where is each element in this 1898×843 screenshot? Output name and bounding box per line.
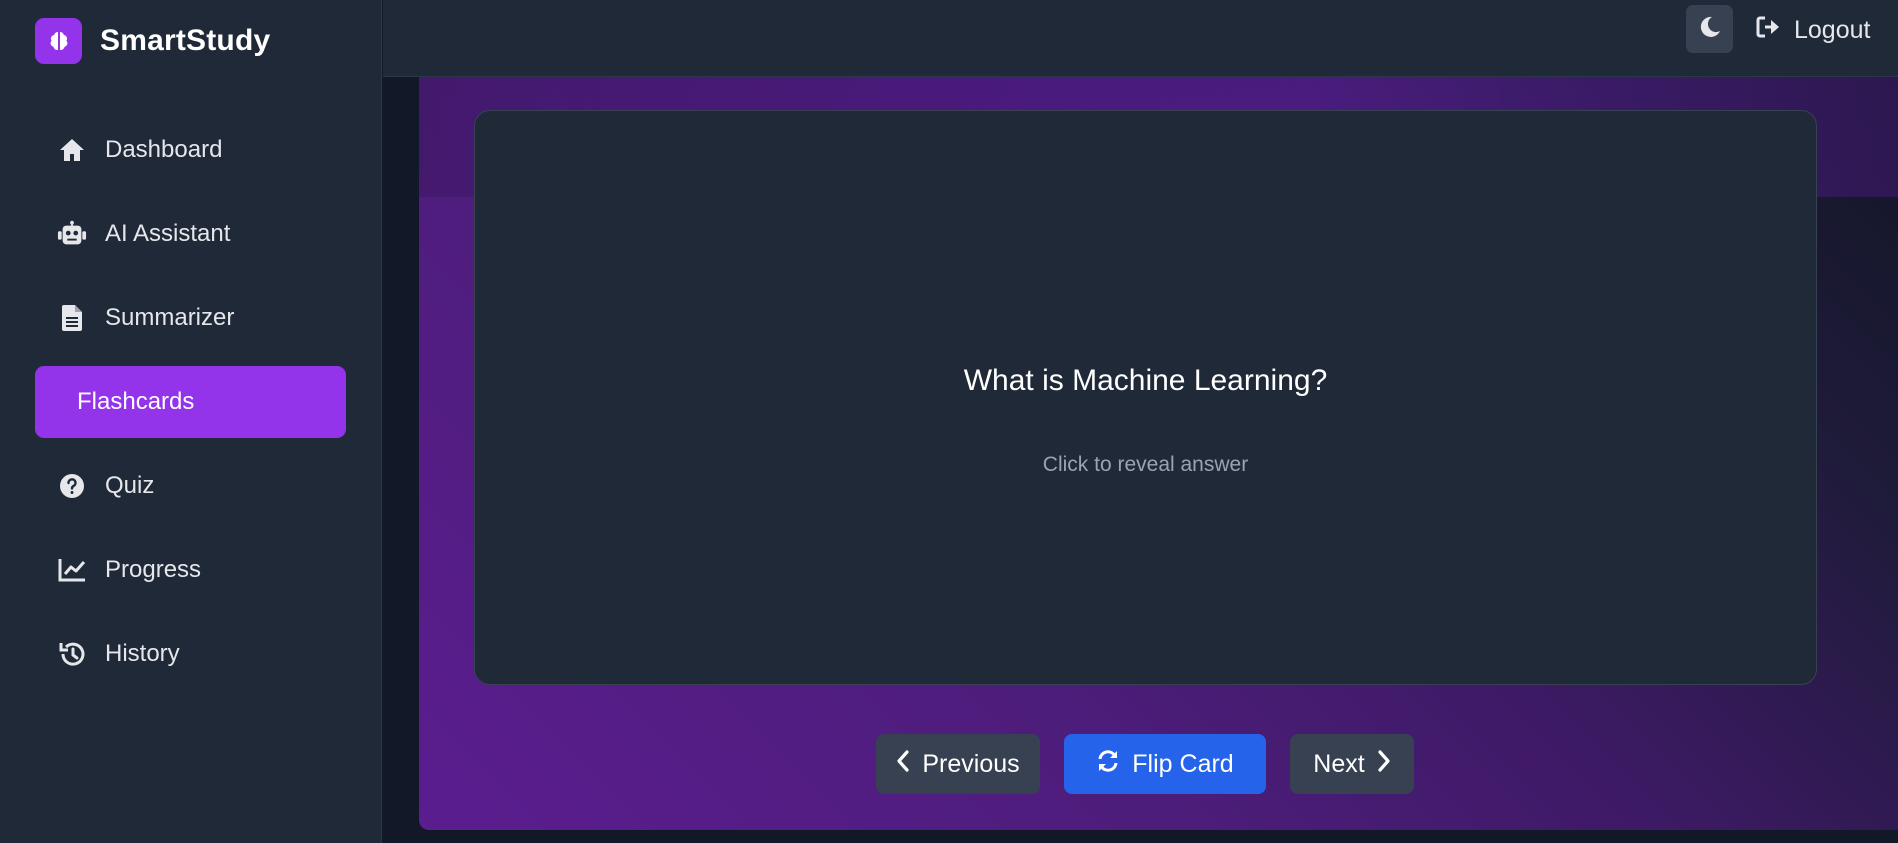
sidebar-item-label: Progress bbox=[105, 556, 202, 583]
logout-label: Logout bbox=[1794, 15, 1871, 44]
sidebar-item-label: History bbox=[105, 640, 180, 667]
sidebar-item-summarizer[interactable]: Summarizer bbox=[35, 282, 346, 354]
previous-label: Previous bbox=[922, 749, 1020, 778]
sidebar-item-label: Summarizer bbox=[105, 304, 235, 331]
brand[interactable]: SmartStudy bbox=[35, 18, 270, 64]
sidebar-item-label: Dashboard bbox=[105, 136, 223, 163]
chart-line-icon bbox=[57, 555, 87, 585]
flashcard-question: What is Machine Learning? bbox=[963, 364, 1328, 397]
sidebar-item-label: Quiz bbox=[105, 472, 155, 499]
home-icon bbox=[57, 135, 87, 165]
app-name: SmartStudy bbox=[100, 24, 271, 57]
document-icon bbox=[57, 303, 87, 333]
flip-card-button[interactable]: Flip Card bbox=[1064, 734, 1266, 794]
sidebar-nav: Dashboard AI Assistant Summarizer Flashc… bbox=[35, 114, 346, 702]
previous-button[interactable]: Previous bbox=[876, 734, 1040, 794]
sidebar-item-flashcards[interactable]: Flashcards bbox=[35, 366, 346, 438]
history-icon bbox=[57, 639, 87, 669]
theme-toggle-button[interactable] bbox=[1686, 5, 1733, 53]
robot-icon bbox=[57, 219, 87, 249]
flip-card-label: Flip Card bbox=[1132, 749, 1234, 778]
sidebar-item-label: AI Assistant bbox=[105, 220, 231, 247]
chevron-left-icon bbox=[896, 749, 910, 779]
sidebar-item-ai-assistant[interactable]: AI Assistant bbox=[35, 198, 346, 270]
flashcard-panel: What is Machine Learning? Click to revea… bbox=[419, 77, 1898, 830]
sidebar-item-progress[interactable]: Progress bbox=[35, 534, 346, 606]
logout-icon bbox=[1756, 15, 1782, 46]
flashcard-hint: Click to reveal answer bbox=[1042, 453, 1249, 476]
question-circle-icon bbox=[57, 471, 87, 501]
flashcard[interactable]: What is Machine Learning? Click to revea… bbox=[474, 110, 1817, 685]
next-label: Next bbox=[1313, 749, 1365, 778]
logout-button[interactable]: Logout bbox=[1756, 12, 1870, 48]
sidebar: SmartStudy Dashboard AI Assistant Summar… bbox=[0, 0, 382, 843]
next-button[interactable]: Next bbox=[1290, 734, 1414, 794]
sidebar-item-dashboard[interactable]: Dashboard bbox=[35, 114, 346, 186]
chevron-right-icon bbox=[1377, 749, 1391, 779]
sync-icon bbox=[1096, 749, 1120, 780]
sidebar-item-label: Flashcards bbox=[77, 388, 195, 415]
sidebar-item-history[interactable]: History bbox=[35, 618, 346, 690]
sidebar-item-quiz[interactable]: Quiz bbox=[35, 450, 346, 522]
brain-icon bbox=[35, 18, 82, 64]
top-bar bbox=[383, 0, 1898, 77]
moon-icon bbox=[1698, 15, 1722, 44]
